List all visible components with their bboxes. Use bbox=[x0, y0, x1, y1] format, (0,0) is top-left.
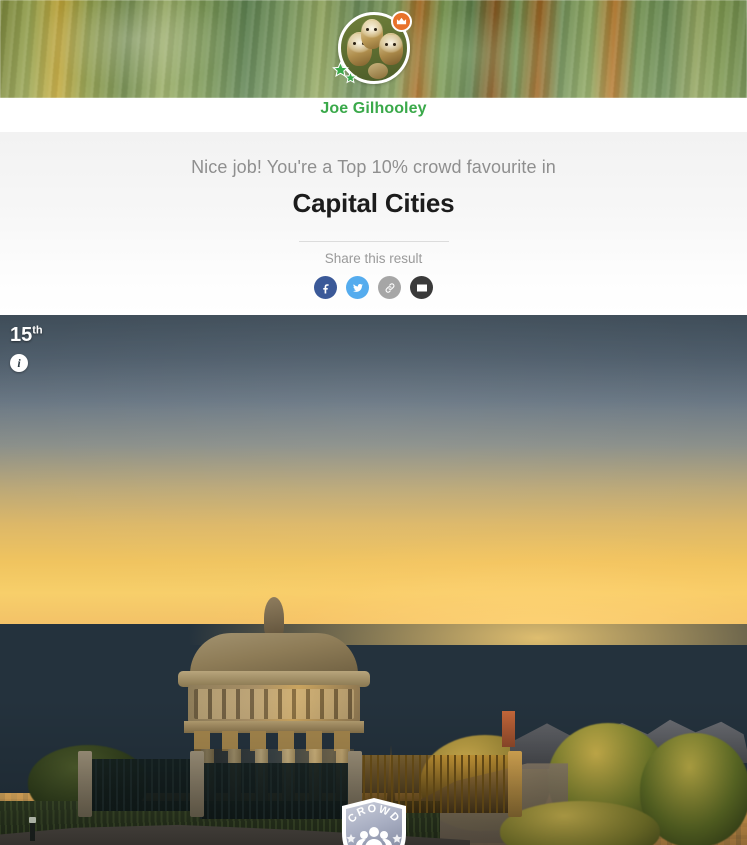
share-buttons bbox=[0, 276, 747, 300]
crowd-top-10-badge: CROWD TOP 10% bbox=[341, 798, 406, 845]
railing-post bbox=[78, 751, 92, 818]
link-share-icon[interactable] bbox=[378, 276, 401, 300]
crown-icon bbox=[390, 11, 412, 32]
profile-username[interactable]: Joe Gilhooley bbox=[0, 98, 747, 118]
iron-railing bbox=[88, 759, 200, 812]
result-band: Nice job! You're a Top 10% crowd favouri… bbox=[0, 132, 747, 316]
rank-overlay: 15th i bbox=[10, 325, 43, 373]
email-share-icon[interactable] bbox=[410, 276, 433, 300]
facebook-share-icon[interactable] bbox=[314, 276, 337, 300]
result-photo[interactable]: DUGALD STEWART 15th i bbox=[0, 315, 747, 845]
twitter-share-icon[interactable] bbox=[346, 276, 369, 300]
profile-section: Joe Gilhooley bbox=[0, 11, 747, 132]
info-icon[interactable]: i bbox=[10, 354, 28, 373]
result-subtitle: Nice job! You're a Top 10% crowd favouri… bbox=[191, 157, 556, 177]
owl-ground bbox=[367, 63, 388, 79]
path-lamp bbox=[29, 817, 36, 842]
divider bbox=[298, 241, 449, 243]
share-label: Share this result bbox=[324, 251, 423, 267]
monument-frieze bbox=[188, 685, 360, 724]
iron-railing bbox=[200, 763, 356, 820]
avatar[interactable] bbox=[331, 11, 412, 84]
rank-number: 15th bbox=[10, 325, 43, 345]
railing-post bbox=[508, 751, 522, 818]
rank-value: 15 bbox=[10, 324, 33, 347]
owl-right bbox=[378, 33, 403, 65]
rank-suffix: th bbox=[32, 324, 43, 337]
chimney bbox=[502, 711, 515, 748]
stars-icon bbox=[331, 61, 366, 87]
result-page: Joe Gilhooley Nice job! You're a Top 10%… bbox=[0, 0, 747, 845]
railing-post bbox=[190, 751, 204, 818]
column-capitals bbox=[188, 731, 360, 752]
page-title: Capital Cities bbox=[292, 188, 455, 219]
